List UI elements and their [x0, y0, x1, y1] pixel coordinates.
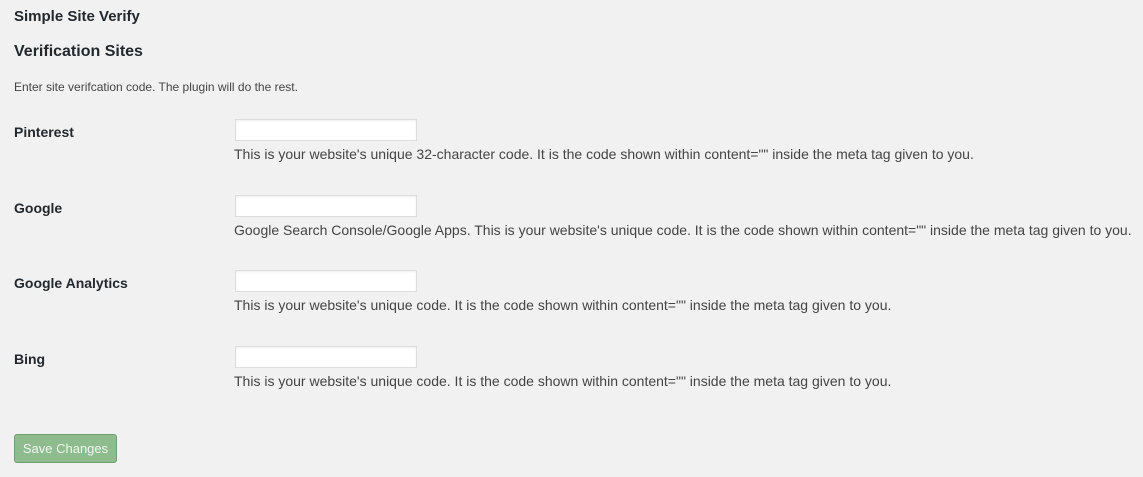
- bing-description: This is your website's unique code. It i…: [234, 373, 892, 389]
- google-analytics-code-input[interactable]: [235, 270, 417, 292]
- page-title: Simple Site Verify: [14, 8, 140, 25]
- google-analytics-description: This is your website's unique code. It i…: [234, 297, 892, 313]
- pinterest-description: This is your website's unique 32-charact…: [234, 146, 974, 162]
- google-description: Google Search Console/Google Apps. This …: [234, 222, 1132, 238]
- save-changes-button[interactable]: Save Changes: [14, 434, 117, 463]
- bing-label: Bing: [14, 351, 46, 367]
- section-description: Enter site verifcation code. The plugin …: [14, 80, 298, 94]
- bing-row: Bing This is your website's unique code.…: [0, 346, 1143, 406]
- google-label: Google: [14, 200, 63, 216]
- google-analytics-label: Google Analytics: [14, 275, 128, 291]
- google-analytics-row: Google Analytics This is your website's …: [0, 270, 1143, 330]
- pinterest-label: Pinterest: [14, 124, 74, 140]
- pinterest-code-input[interactable]: [235, 119, 417, 141]
- google-code-input[interactable]: [235, 195, 417, 217]
- bing-code-input[interactable]: [235, 346, 417, 368]
- google-row: Google Google Search Console/Google Apps…: [0, 195, 1143, 255]
- section-title: Verification Sites: [14, 43, 143, 60]
- pinterest-row: Pinterest This is your website's unique …: [0, 119, 1143, 179]
